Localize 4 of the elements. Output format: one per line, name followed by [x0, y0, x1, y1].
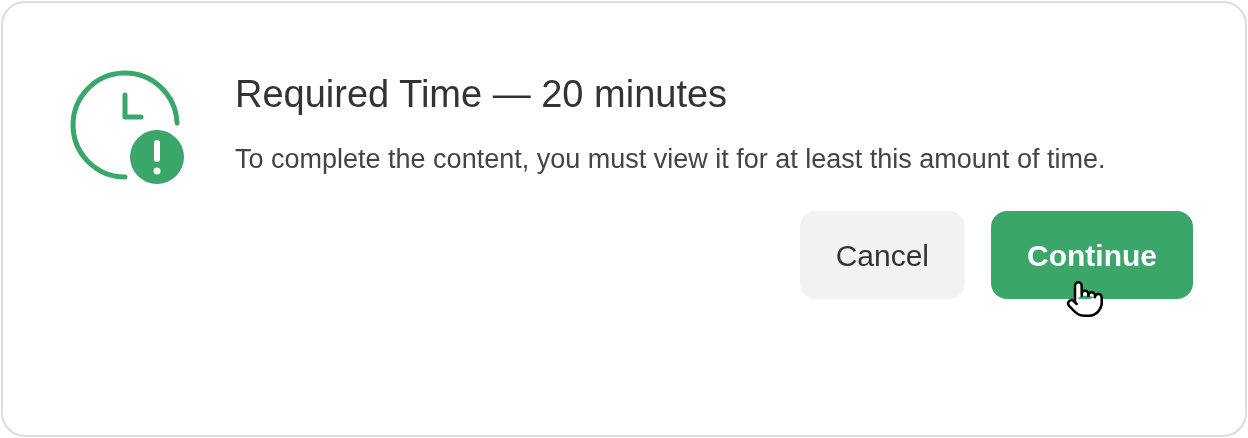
dialog-title: Required Time — 20 minutes — [235, 72, 729, 117]
cancel-button[interactable]: Cancel — [799, 211, 965, 299]
dialog-message: To complete the content, you must view it for at least this amount of time. — [235, 143, 1107, 176]
clock-alert-icon — [69, 69, 187, 187]
